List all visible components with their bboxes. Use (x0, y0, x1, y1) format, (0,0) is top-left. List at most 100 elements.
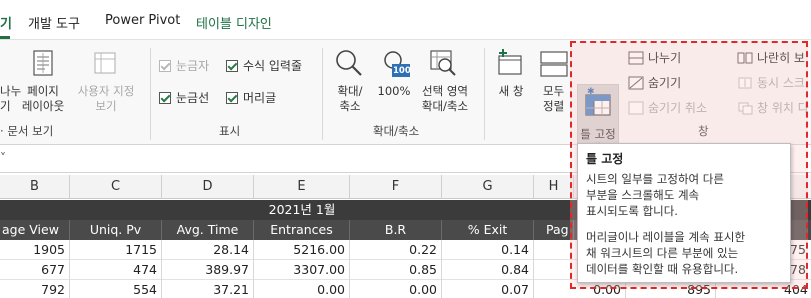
cell-exit-rate[interactable]: 0.84 (442, 260, 534, 280)
custom-views-label-2: 보기 (95, 99, 117, 113)
cell-bounce-rate[interactable]: 0.00 (350, 280, 442, 298)
header-bounce-rate[interactable]: B.R (350, 220, 442, 240)
cell-uniq-pv[interactable]: 554 (70, 280, 162, 298)
formula-bar-check-icon (226, 59, 238, 72)
formula-bar-expand-icon[interactable]: ˅ (0, 151, 6, 165)
column-header-f[interactable]: F (350, 175, 442, 199)
zoom-selection-icon (430, 50, 456, 76)
group-label-show: 표시 (219, 124, 241, 138)
zoom-label-2: 축소 (339, 99, 361, 113)
header-page-value[interactable]: Pag (534, 220, 574, 240)
freeze-panes-label: 틀 고정 (580, 127, 616, 141)
group-separator (322, 48, 323, 140)
split-button[interactable]: 나누기 (628, 49, 681, 66)
active-tab-underline (0, 36, 10, 39)
cell-right-edge[interactable]: 75 (790, 240, 811, 260)
header-exit-rate[interactable]: % Exit (442, 220, 534, 240)
header-uniq-pv[interactable]: Uniq. Pv (70, 220, 162, 240)
header-avg-time[interactable]: Avg. Time (162, 220, 254, 240)
cell-bounce-rate[interactable]: 0.85 (350, 260, 442, 280)
column-header-h[interactable]: H (534, 175, 574, 199)
cell-page-view[interactable]: 792 (0, 280, 70, 298)
reset-position-label: 창 위치 다 (757, 101, 809, 115)
zoom-label-1: 확대/ (337, 84, 363, 98)
column-header-d[interactable]: D (162, 175, 254, 199)
zoom-100-icon-text: 100 (393, 66, 411, 76)
cell-bounce-rate[interactable]: 0.22 (350, 240, 442, 260)
header-entrances[interactable]: Entrances (254, 220, 350, 240)
tab-power-pivot[interactable]: Power Pivot (105, 13, 180, 28)
zoom-selection-label-2: 확대/축소 (421, 99, 469, 113)
cell-avg-time[interactable]: 37.21 (162, 280, 254, 298)
tooltip-description: 시트의 일부를 고정하여 다른 부분을 스크롤해도 계속 표시되도록 합니다. (586, 172, 724, 218)
hide-label: 숨기기 (648, 76, 682, 90)
page-layout-label-2: 레이아웃 (21, 99, 65, 113)
column-header-g[interactable]: G (442, 175, 534, 199)
svg-text:✱: ✱ (587, 87, 595, 97)
column-header-e[interactable]: E (254, 175, 350, 199)
cell-entrances[interactable]: 0.00 (254, 280, 350, 298)
cell-exit-rate[interactable]: 0.07 (442, 280, 534, 298)
column-header-b[interactable]: B (0, 175, 70, 199)
cell-entrances[interactable]: 3307.00 (254, 260, 350, 280)
split-view-label-2: 기 (0, 99, 11, 113)
sync-scroll-icon (738, 77, 752, 88)
ruler-checkbox[interactable]: 눈금자 (159, 57, 209, 74)
ruler-label: 눈금자 (176, 59, 210, 73)
group-label-window: 창 (698, 124, 709, 138)
reset-position-icon (738, 102, 753, 114)
page-layout-label-1: 페이지 (27, 84, 59, 98)
tooltip-usage: 머리글이나 레이블을 계속 표시한 채 워크시트의 다른 부분에 있는 데이터를… (586, 230, 746, 276)
tooltip-title: 틀 고정 (586, 152, 624, 166)
magnifier-icon (336, 50, 362, 76)
group-separator (150, 48, 151, 140)
freeze-panes-tooltip: 틀 고정 시트의 일부를 고정하여 다른 부분을 스크롤해도 계속 표시되도록 … (577, 143, 791, 283)
formula-bar-label: 수식 입력줄 (243, 59, 303, 73)
zoom-selection-label-1: 선택 영역 (422, 84, 468, 98)
side-by-side-label: 나란히 보 (757, 51, 805, 65)
unhide-button[interactable]: 숨기기 취소 (628, 99, 707, 116)
cell-page-view[interactable]: 1905 (0, 240, 70, 260)
month-header[interactable]: 2021년 1월 (254, 200, 350, 220)
page-layout-icon (33, 50, 53, 76)
cell-avg-time[interactable]: 28.14 (162, 240, 254, 260)
tab-developer[interactable]: 개발 도구 (28, 13, 80, 32)
column-header-c[interactable]: C (70, 175, 162, 199)
tab-table-design[interactable]: 테이블 디자인 (196, 13, 272, 32)
view-side-by-side-button[interactable]: 나란히 보 (737, 49, 805, 66)
tab-view[interactable]: 기 (0, 13, 12, 32)
arrange-all-label-2: 정렬 (543, 99, 565, 113)
synchronous-scrolling-button[interactable]: 동시 스크 (737, 74, 805, 91)
ribbon-tab-bar: 기 개발 도구 Power Pivot 테이블 디자인 (0, 0, 811, 40)
unhide-icon (628, 101, 644, 114)
header-page-view[interactable]: age View (0, 220, 70, 240)
unhide-label: 숨기기 취소 (648, 101, 708, 115)
side-by-side-icon (737, 52, 753, 63)
cell-uniq-pv[interactable]: 474 (70, 260, 162, 280)
arrange-all-icon (540, 51, 568, 77)
custom-views-label-1: 사용자 지정 (77, 84, 135, 98)
hide-icon (628, 76, 644, 89)
headings-check-icon (226, 91, 238, 104)
hide-button[interactable]: 숨기기 (628, 74, 681, 91)
sync-scroll-label: 동시 스크 (757, 76, 805, 90)
arrange-all-label-1: 모두 (543, 84, 565, 98)
group-separator (484, 48, 485, 140)
headings-label: 머리글 (243, 91, 277, 105)
new-window-icon (498, 49, 522, 75)
formula-bar-checkbox[interactable]: 수식 입력줄 (226, 57, 302, 74)
group-label-workbook-views: · 문서 보기 (0, 124, 54, 138)
group-label-zoom: 확대/축소 (373, 124, 420, 138)
cell-right-edge[interactable]: 78 (790, 260, 811, 280)
gridlines-check-icon (159, 91, 171, 104)
headings-checkbox[interactable]: 머리글 (226, 89, 276, 106)
zoom-100-label: 100% (377, 84, 411, 98)
gridlines-checkbox[interactable]: 눈금선 (159, 89, 209, 106)
cell-entrances[interactable]: 5216.00 (254, 240, 350, 260)
cell-avg-time[interactable]: 389.97 (162, 260, 254, 280)
cell-exit-rate[interactable]: 0.14 (442, 240, 534, 260)
cell-uniq-pv[interactable]: 1715 (70, 240, 162, 260)
cell-page-view[interactable]: 677 (0, 260, 70, 280)
split-label: 나누기 (648, 51, 682, 65)
reset-window-position-button[interactable]: 창 위치 다 (737, 99, 809, 116)
